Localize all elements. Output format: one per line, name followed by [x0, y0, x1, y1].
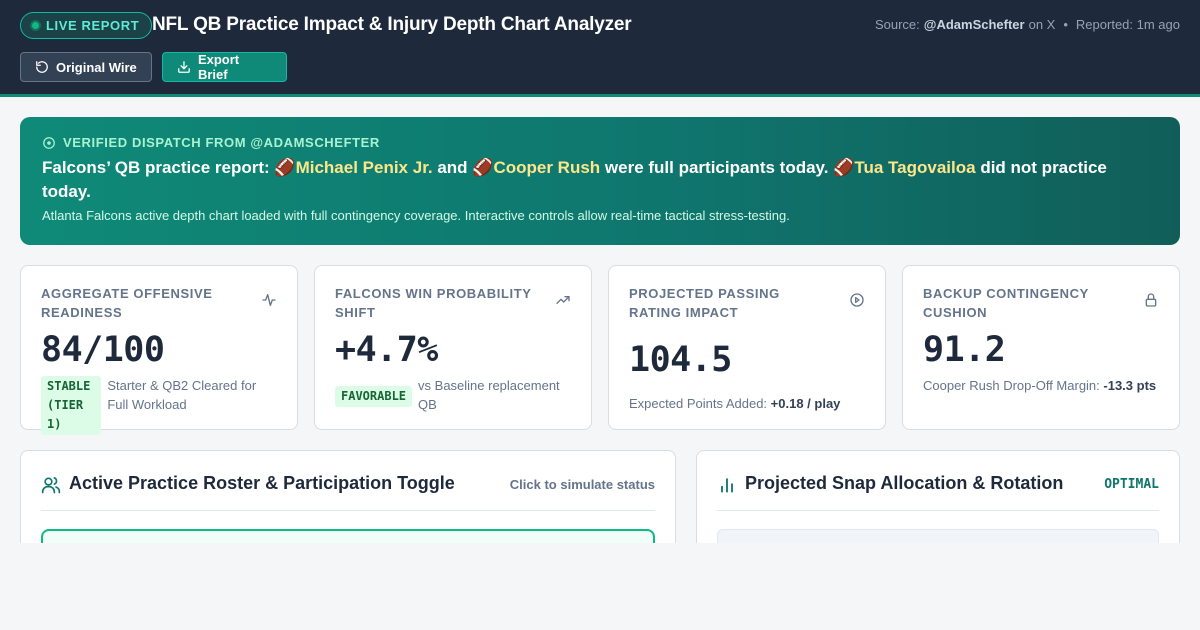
download-icon [178, 61, 190, 73]
lock-icon [1145, 293, 1157, 307]
snap-panel-header: Projected Snap Allocation & Rotation OPT… [717, 473, 1159, 511]
stat-footer: FAVORABLE vs Baseline replacement QB [335, 376, 571, 414]
stat-label: AGGREGATE OFFENSIVE READINESS [41, 286, 213, 320]
stat-value: 91.2 [923, 330, 1006, 370]
export-brief-label: Export Brief [197, 52, 240, 82]
football-icon: 🏈 [833, 158, 855, 177]
stat-value: +4.7% [335, 330, 438, 370]
roster-panel-header: Active Practice Roster & Participation T… [41, 473, 655, 511]
stat-label: BACKUP CONTINGENCY CUSHION [923, 286, 1089, 320]
stat-card-passing-rating: PROJECTED PASSING RATING IMPACT 104.5 Ex… [608, 265, 886, 430]
headline-mid: were full participants today. [600, 158, 834, 177]
dispatch-tag: VERIFIED DISPATCH FROM @ADAMSCHEFTER [42, 135, 1158, 150]
player-tua-tagovailoa: Tua Tagovailoa [854, 158, 976, 177]
stat-value: 84/100 [41, 330, 165, 370]
reported-time: Reported: 1m ago [1075, 17, 1180, 32]
player-michael-penix: Michael Penix Jr. [295, 158, 433, 177]
play-circle-icon [850, 293, 864, 307]
player-cooper-rush: Cooper Rush [493, 158, 601, 177]
info-circle-icon [43, 136, 55, 149]
page-lower-area [0, 543, 1200, 630]
stat-note: Cooper Rush Drop-Off Margin: [923, 378, 1104, 393]
snap-panel-title: Projected Snap Allocation & Rotation [745, 473, 1064, 493]
source-suffix: on X [1028, 17, 1056, 32]
stat-card-readiness: AGGREGATE OFFENSIVE READINESS 84/100 STA… [20, 265, 298, 435]
live-report-badge: LIVE REPORT [20, 12, 153, 39]
stat-note: vs Baseline replacement QB [418, 378, 560, 412]
football-icon: 🏈 [472, 158, 494, 177]
bar-chart-icon [721, 478, 733, 493]
stat-note-strong: -13.3 pts [1103, 378, 1157, 393]
source-prefix: Source: [874, 17, 920, 32]
source-meta: Source: @AdamSchefter on X • Reported: 1… [875, 17, 1180, 32]
original-wire-button[interactable]: Original Wire [20, 52, 152, 82]
stat-value: 104.5 [629, 340, 732, 380]
dispatch-subtext: Atlanta Falcons active depth chart loade… [42, 208, 790, 223]
stat-note-strong: +0.18 / play [770, 396, 841, 411]
app-title: NFL QB Practice Impact & Injury Depth Ch… [152, 14, 632, 35]
original-wire-label: Original Wire [56, 59, 137, 75]
headline-and: and [432, 158, 473, 177]
stat-footer: STABLE (TIER 1) Starter & QB2 Cleared fo… [41, 376, 277, 435]
football-icon: 🏈 [274, 158, 296, 177]
headline-intro: Falcons’ QB practice report: [42, 158, 275, 177]
simulate-hint: Click to simulate status [509, 477, 655, 492]
stat-card-win-probability: FALCONS WIN PROBABILITY SHIFT +4.7% FAVO… [314, 265, 592, 430]
users-icon [41, 477, 61, 494]
stat-note: Expected Points Added: [629, 396, 771, 411]
stat-note: Starter & QB2 Cleared for Full Workload [107, 378, 257, 412]
dispatch-tag-label: VERIFIED DISPATCH FROM @ADAMSCHEFTER [63, 135, 380, 150]
live-dot-icon [32, 22, 39, 29]
source-handle-link[interactable]: @AdamSchefter [924, 17, 1025, 32]
stat-footer: Expected Points Added: +0.18 / play [629, 394, 865, 413]
dispatch-headline: Falcons’ QB practice report: 🏈Michael Pe… [42, 156, 1158, 204]
roster-panel-title: Active Practice Roster & Participation T… [69, 473, 455, 493]
stat-label: FALCONS WIN PROBABILITY SHIFT [335, 286, 532, 320]
top-bar: LIVE REPORT NFL QB Practice Impact & Inj… [0, 0, 1200, 97]
export-brief-button[interactable]: Export Brief [162, 52, 287, 82]
activity-icon [262, 294, 276, 306]
stat-footer: Cooper Rush Drop-Off Margin: -13.3 pts [923, 376, 1159, 395]
status-badge: FAVORABLE [335, 386, 413, 407]
stat-card-contingency: BACKUP CONTINGENCY CUSHION 91.2 Cooper R… [902, 265, 1180, 430]
refresh-icon [36, 61, 48, 73]
meta-separator: • [1063, 17, 1068, 32]
snap-status-badge: OPTIMAL [1104, 477, 1159, 492]
status-badge: STABLE (TIER 1) [41, 376, 102, 435]
trending-up-icon [556, 296, 570, 304]
live-report-label: LIVE REPORT [46, 18, 140, 33]
dispatch-banner: VERIFIED DISPATCH FROM @ADAMSCHEFTER Fal… [20, 117, 1180, 245]
stat-label: PROJECTED PASSING RATING IMPACT [629, 286, 780, 320]
